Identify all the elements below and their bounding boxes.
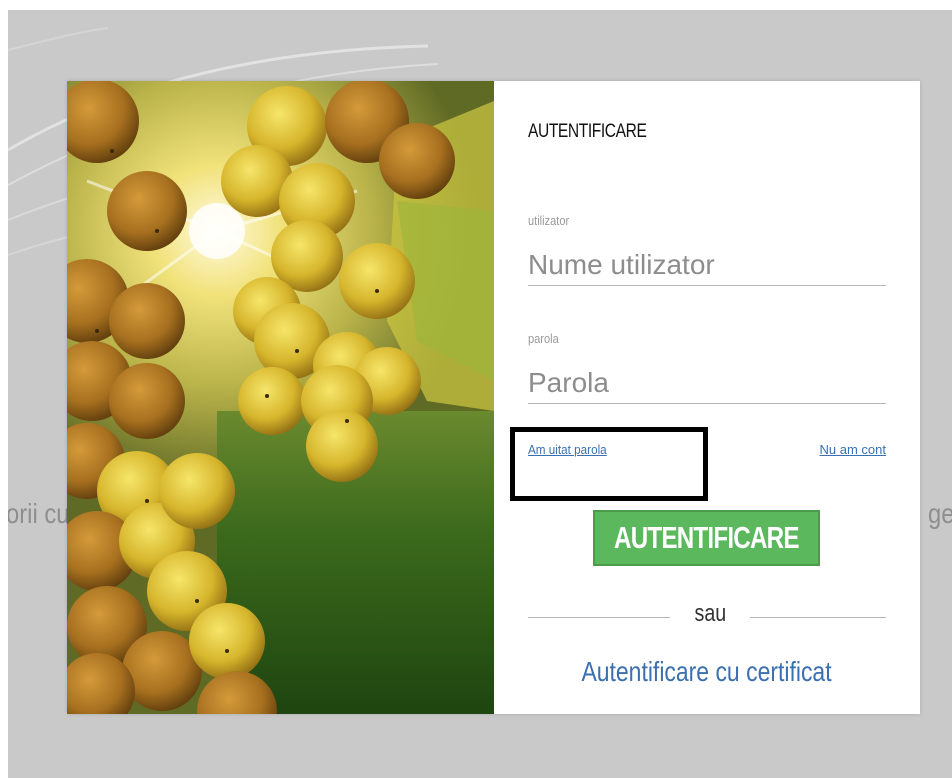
- login-button-label: AUTENTIFICARE: [614, 520, 799, 555]
- certificate-login-label: Autentificare cu certificat: [581, 656, 833, 687]
- password-label: parola: [528, 331, 559, 346]
- divider-right: [750, 617, 886, 618]
- login-title: AUTENTIFICARE: [528, 121, 647, 142]
- password-input[interactable]: [528, 363, 886, 404]
- grapes-photo: [67, 81, 494, 714]
- divider-left: [528, 617, 670, 618]
- login-button[interactable]: AUTENTIFICARE: [593, 510, 820, 566]
- login-modal: AUTENTIFICARE utilizator parola Am uitat…: [67, 81, 920, 714]
- separator-label: sau: [694, 600, 726, 627]
- separator-text: sau: [670, 600, 750, 628]
- username-label: utilizator: [528, 213, 570, 228]
- username-input[interactable]: [528, 245, 886, 286]
- background-text-left: orii cu: [8, 498, 70, 529]
- highlight-box: [510, 427, 708, 501]
- login-panel: AUTENTIFICARE utilizator parola Am uitat…: [494, 81, 920, 714]
- background-text-right: ge: [928, 498, 952, 529]
- forgot-password-link[interactable]: Am uitat parola: [528, 442, 607, 457]
- certificate-login-link[interactable]: Autentificare cu certificat: [494, 656, 920, 688]
- no-account-link[interactable]: Nu am cont: [820, 442, 886, 457]
